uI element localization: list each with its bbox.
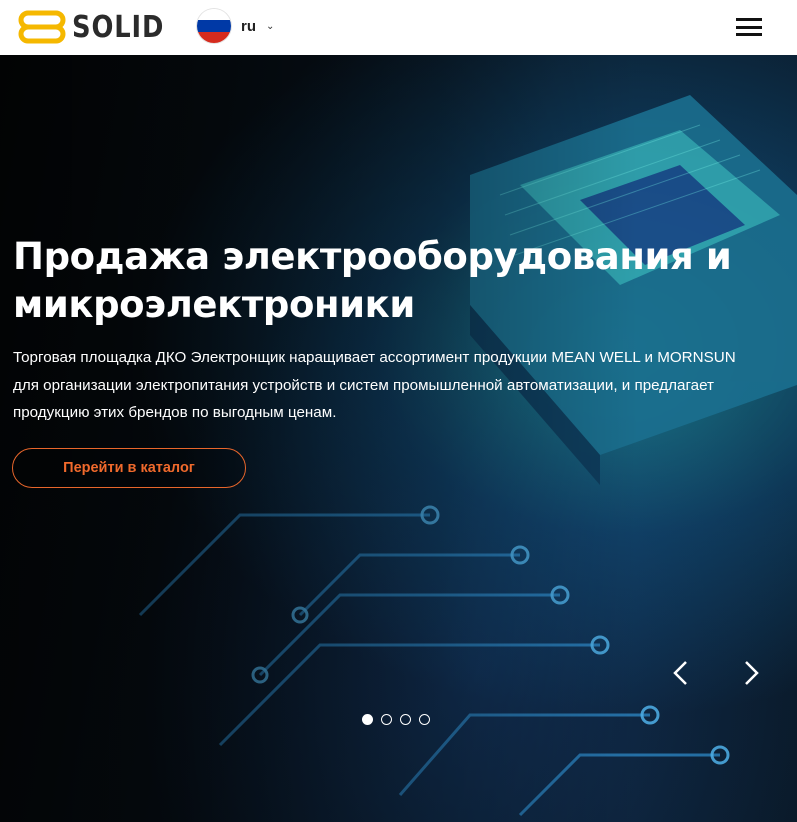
slider-dot-1[interactable]	[362, 714, 373, 725]
logo-text: SOLID	[72, 9, 165, 45]
language-selector[interactable]: ru ⌄	[197, 9, 274, 43]
russia-flag-icon	[197, 9, 231, 43]
slider-dot-4[interactable]	[419, 714, 430, 725]
catalog-button[interactable]: Перейти в каталог	[12, 448, 246, 488]
hero-overlay	[0, 55, 797, 822]
solid-logo-icon	[18, 10, 66, 44]
hero-slider: Продажа электрооборудования и микроэлект…	[0, 55, 797, 822]
slider-dot-2[interactable]	[381, 714, 392, 725]
hero-description: Торговая площадка ДКО Электронщик наращи…	[13, 349, 736, 421]
slider-pagination	[362, 714, 430, 725]
logo[interactable]: SOLID	[18, 8, 179, 46]
language-code: ru	[241, 17, 256, 35]
chevron-right-icon[interactable]	[738, 658, 764, 688]
site-header: SOLID ru ⌄	[0, 0, 797, 55]
chevron-down-icon: ⌄	[266, 20, 275, 32]
hero-title: Продажа электрооборудования и микроэлект…	[13, 235, 732, 326]
chevron-left-icon[interactable]	[668, 658, 694, 688]
hamburger-menu-icon[interactable]	[736, 18, 762, 38]
slider-dot-3[interactable]	[400, 714, 411, 725]
